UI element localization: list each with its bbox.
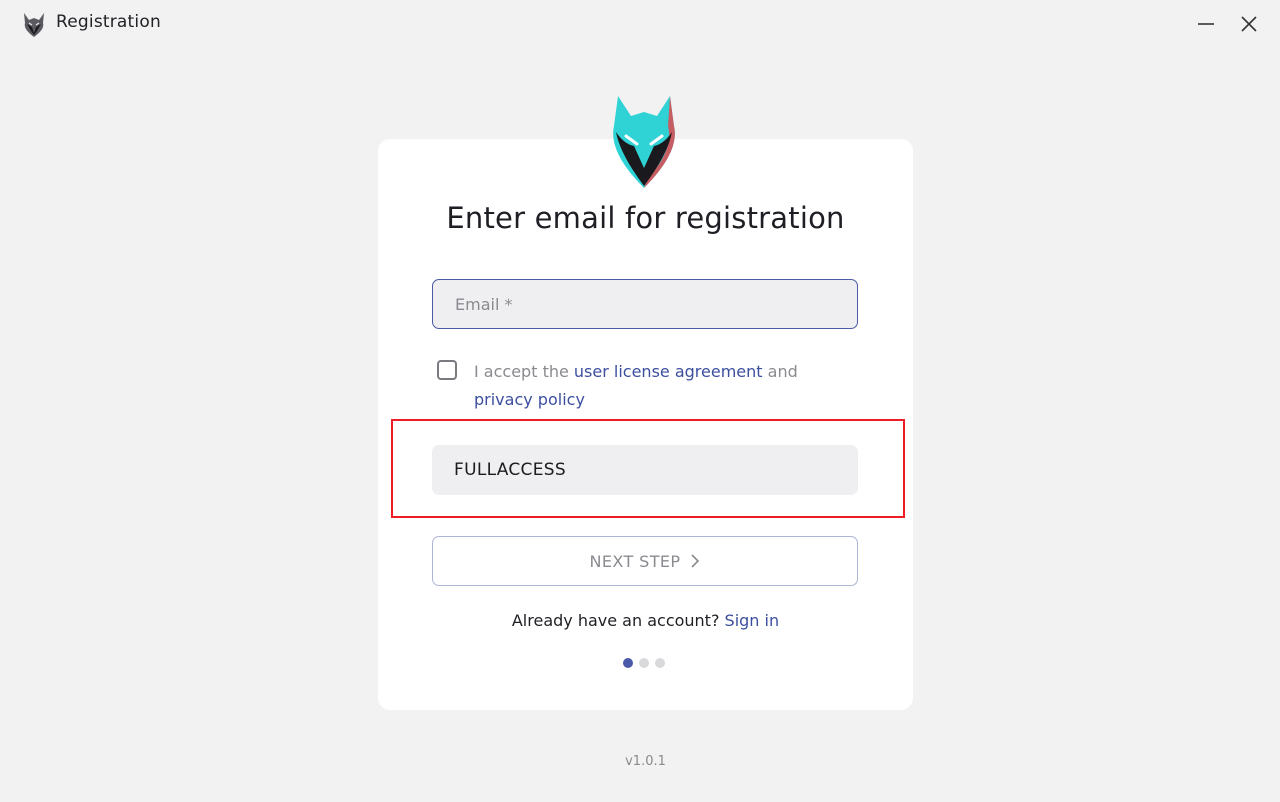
app-version: v1.0.1: [625, 754, 666, 769]
wolf-logo-icon: [24, 13, 44, 37]
step-dot-3: [655, 658, 665, 668]
signin-row: Already have an account? Sign in: [378, 611, 913, 630]
minimize-button[interactable]: [1190, 8, 1222, 40]
window-title: Registration: [56, 12, 161, 32]
step-indicator: [623, 658, 665, 668]
promo-code-field-container: [432, 445, 858, 495]
consent-text: I accept the user license agreement and …: [474, 358, 854, 414]
signin-prompt: Already have an account?: [511, 611, 720, 630]
consent-prefix: I accept the: [474, 362, 574, 381]
title-bar: Registration: [0, 0, 1280, 48]
next-step-label: NEXT STEP: [589, 551, 681, 571]
close-icon: [1241, 16, 1257, 32]
consent-middle: and: [762, 362, 798, 381]
email-field-container: [432, 279, 858, 329]
email-input[interactable]: [433, 280, 857, 328]
page-heading: Enter email for registration: [446, 201, 845, 235]
license-agreement-link[interactable]: user license agreement: [574, 362, 763, 381]
consent-checkbox[interactable]: [437, 360, 457, 380]
step-dot-2: [639, 658, 649, 668]
close-button[interactable]: [1233, 8, 1265, 40]
wolf-brand-logo-icon: [613, 96, 675, 188]
sign-in-link[interactable]: Sign in: [725, 611, 780, 630]
promo-code-input[interactable]: [432, 445, 858, 495]
minimize-icon: [1198, 23, 1214, 25]
step-dot-1: [623, 658, 633, 668]
chevron-right-icon: [691, 554, 700, 568]
next-step-button[interactable]: NEXT STEP: [432, 536, 858, 586]
privacy-policy-link[interactable]: privacy policy: [474, 390, 585, 409]
